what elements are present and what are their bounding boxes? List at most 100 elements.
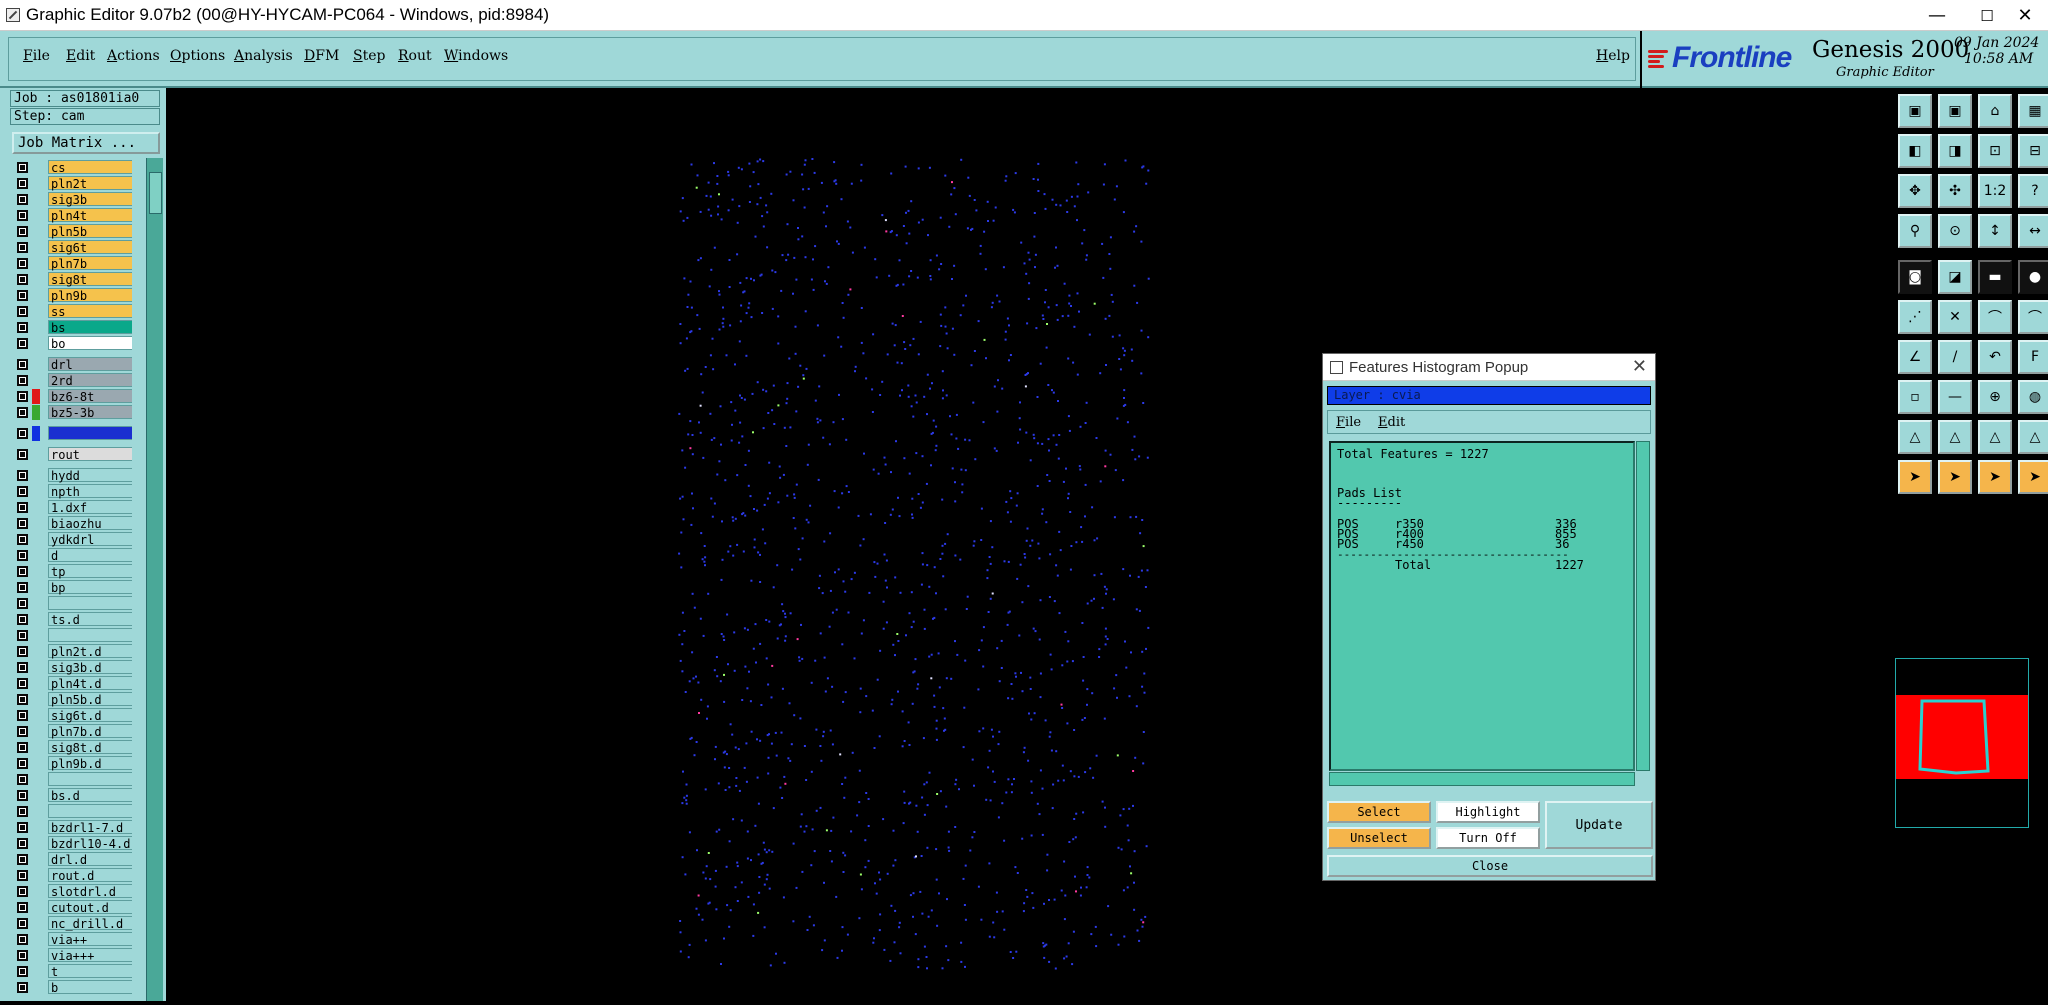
layer-name[interactable]: pln9b xyxy=(48,288,132,303)
histogram-vertical-scrollbar[interactable] xyxy=(1636,441,1650,771)
layer-checkbox[interactable] xyxy=(17,194,28,205)
turn-off-button[interactable]: Turn Off xyxy=(1436,827,1540,849)
layer-row[interactable]: rout xyxy=(10,447,132,462)
home-icon[interactable]: ⌂ xyxy=(1978,94,2012,128)
layer-row[interactable]: bzdrl10-4.d xyxy=(10,836,132,851)
menu-dfm[interactable]: DFM xyxy=(304,48,339,64)
menu-edit[interactable]: Edit xyxy=(66,48,95,64)
layer-row[interactable]: pln5b.d xyxy=(10,692,132,707)
layer-checkbox[interactable] xyxy=(17,258,28,269)
layer-row[interactable]: 2rd xyxy=(10,373,132,388)
layer-name[interactable]: pln7b xyxy=(48,256,132,271)
pan-left-icon[interactable]: ◧ xyxy=(1898,134,1932,168)
layer-row[interactable]: pln2t xyxy=(10,176,132,191)
slash-icon[interactable]: / xyxy=(1938,340,1972,374)
layer-row[interactable]: t xyxy=(10,964,132,979)
pan-right-icon[interactable]: ◨ xyxy=(1938,134,1972,168)
layer-row[interactable]: slotdrl.d xyxy=(10,884,132,899)
layer-checkbox[interactable] xyxy=(17,854,28,865)
display-prev-icon[interactable]: ▣ xyxy=(1938,94,1972,128)
layer-row[interactable]: sig3b xyxy=(10,192,132,207)
minus-icon[interactable]: — xyxy=(1938,380,1972,414)
layer-checkbox[interactable] xyxy=(17,806,28,817)
layer-row[interactable]: ■ xyxy=(10,426,132,441)
layer-checkbox[interactable] xyxy=(17,582,28,593)
layer-row[interactable]: sig6t xyxy=(10,240,132,255)
layer-name[interactable]: bzdrl10-4.d xyxy=(48,836,132,851)
dash-icon[interactable]: ▬ xyxy=(1978,260,2012,294)
layer-name[interactable]: sig8t xyxy=(48,272,132,287)
layer-row[interactable]: 1.dxf xyxy=(10,500,132,515)
arc-red-icon[interactable]: ⌒ xyxy=(2018,300,2048,334)
layer-checkbox[interactable] xyxy=(17,662,28,673)
layer-row[interactable]: npth xyxy=(10,484,132,499)
layer-checkbox[interactable] xyxy=(17,950,28,961)
layer-row[interactable]: d xyxy=(10,548,132,563)
layer-checkbox[interactable] xyxy=(17,982,28,993)
update-button[interactable]: Update xyxy=(1545,801,1653,849)
layer-row[interactable]: drl.d xyxy=(10,852,132,867)
layer-name[interactable]: d xyxy=(48,548,132,563)
edit-line-icon[interactable]: ∠ xyxy=(1898,340,1932,374)
layer-row[interactable]: bo xyxy=(10,336,132,351)
layer-checkbox[interactable] xyxy=(17,710,28,721)
close-window-button[interactable]: ✕ xyxy=(2002,0,2048,31)
layer-checkbox[interactable] xyxy=(17,242,28,253)
layer-checkbox[interactable] xyxy=(17,902,28,913)
layer-name[interactable]: sig8t.d xyxy=(48,740,132,755)
pointer-box-icon[interactable]: ➤ xyxy=(1938,460,1972,494)
layer-name[interactable]: pln2t.d xyxy=(48,644,132,659)
layer-name[interactable]: bz5-3b xyxy=(48,405,132,420)
menu-help[interactable]: Help xyxy=(1596,48,1630,64)
layer-name[interactable]: biaozhu xyxy=(48,516,132,531)
layer-name[interactable]: ↙ xyxy=(48,628,132,642)
layer-checkbox[interactable] xyxy=(17,630,28,641)
text-icon[interactable]: F xyxy=(2018,340,2048,374)
layer-name[interactable]: 2rd xyxy=(48,373,132,388)
layer-row[interactable]: pln4t xyxy=(10,208,132,223)
layer-checkbox[interactable] xyxy=(17,534,28,545)
layer-checkbox[interactable] xyxy=(17,838,28,849)
layer-row[interactable]: sig8t.d xyxy=(10,740,132,755)
layer-checkbox[interactable] xyxy=(17,518,28,529)
layer-checkbox[interactable] xyxy=(17,375,28,386)
layer-checkbox[interactable] xyxy=(17,966,28,977)
layer-checkbox[interactable] xyxy=(17,726,28,737)
ratio-icon[interactable]: 1:2 xyxy=(1978,174,2012,208)
layer-checkbox[interactable] xyxy=(17,486,28,497)
layer-checkbox[interactable] xyxy=(17,934,28,945)
triangle-icon[interactable]: △ xyxy=(1898,420,1932,454)
layer-name[interactable]: ss xyxy=(48,304,132,319)
layer-name[interactable]: drl xyxy=(48,357,132,372)
layer-checkbox[interactable] xyxy=(17,338,28,349)
measure-icon[interactable]: ↕ xyxy=(1978,214,2012,248)
layer-row[interactable]: pln4t.d xyxy=(10,676,132,691)
layer-row[interactable]: nc_drill.d xyxy=(10,916,132,931)
job-matrix-button[interactable]: Job Matrix ... xyxy=(12,132,160,154)
layer-row[interactable]: sig8t xyxy=(10,272,132,287)
layer-row[interactable]: ts.d xyxy=(10,612,132,627)
layer-checkbox[interactable] xyxy=(17,694,28,705)
layer-checkbox[interactable] xyxy=(17,678,28,689)
layer-row[interactable]: hydd xyxy=(10,468,132,483)
layer-name[interactable]: via+++ xyxy=(48,948,132,963)
layer-row[interactable]: sig6t.d xyxy=(10,708,132,723)
layer-row[interactable]: tp xyxy=(10,564,132,579)
layer-row[interactable]: cutout.d xyxy=(10,900,132,915)
layer-name[interactable]: cs xyxy=(48,160,132,175)
layer-checkbox[interactable] xyxy=(17,274,28,285)
popup-close-icon[interactable]: ✕ xyxy=(1632,356,1647,377)
layer-name[interactable]: ↙ xyxy=(48,596,132,610)
menu-file[interactable]: File xyxy=(23,48,50,64)
select-icon[interactable]: ▫ xyxy=(1898,380,1932,414)
layer-checkbox[interactable] xyxy=(17,306,28,317)
menu-analysis[interactable]: Analysis xyxy=(234,48,293,64)
help-icon[interactable]: ? xyxy=(2018,174,2048,208)
layer-name[interactable]: cutout.d xyxy=(48,900,132,915)
layer-row[interactable]: sig3b.d xyxy=(10,660,132,675)
target-icon[interactable]: ⊕ xyxy=(1978,380,2012,414)
layer-list-scrollbar[interactable] xyxy=(146,158,163,1001)
layer-name[interactable]: sig6t.d xyxy=(48,708,132,723)
group-icon[interactable]: ◍ xyxy=(2018,380,2048,414)
layer-row[interactable]: biaozhu xyxy=(10,516,132,531)
